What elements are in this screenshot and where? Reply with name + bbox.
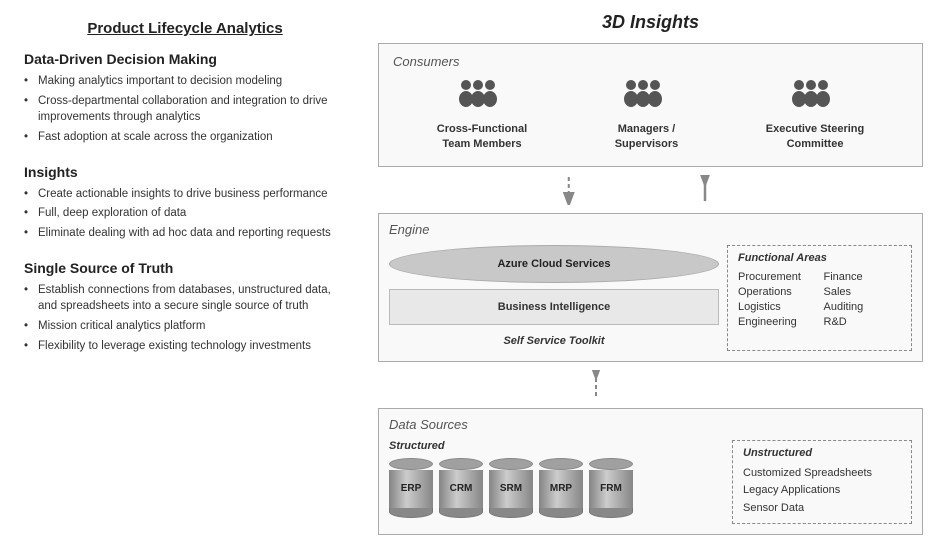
section1-heading: Data-Driven Decision Making bbox=[24, 51, 346, 67]
unstructured-section: Unstructured Customized Spreadsheets Leg… bbox=[732, 440, 912, 525]
left-panel: Product Lifecycle Analytics Data-Driven … bbox=[0, 0, 370, 543]
consumer-item-2: Executive SteeringCommittee bbox=[766, 77, 864, 152]
bi-rect: Business Intelligence bbox=[389, 289, 719, 325]
functional-areas: Functional Areas Procurement Finance Ope… bbox=[727, 245, 912, 351]
bullet-item: Fast adoption at scale across the organi… bbox=[24, 129, 346, 146]
section3-heading: Single Source of Truth bbox=[24, 260, 346, 276]
unstructured-items: Customized Spreadsheets Legacy Applicati… bbox=[743, 465, 901, 518]
cyl-top-frm bbox=[589, 458, 633, 470]
db-cylinders: ERP CRM SRM MRP bbox=[389, 458, 722, 518]
bullet-item: Mission critical analytics platform bbox=[24, 318, 346, 335]
engine-box: Engine Azure Cloud Services Business Int… bbox=[378, 213, 923, 362]
consumer-label-2: Executive SteeringCommittee bbox=[766, 122, 864, 152]
engine-left: Azure Cloud Services Business Intelligen… bbox=[389, 245, 719, 351]
consumers-label: Consumers bbox=[393, 54, 908, 69]
bullet-item: Cross-departmental collaboration and int… bbox=[24, 93, 346, 126]
cyl-top-mrp bbox=[539, 458, 583, 470]
cyl-top-erp bbox=[389, 458, 433, 470]
functional-item-4: Logistics bbox=[738, 300, 816, 314]
unstructured-item-1: Legacy Applications bbox=[743, 482, 901, 500]
consumer-label-1: Managers /Supervisors bbox=[615, 122, 679, 152]
functional-item-2: Operations bbox=[738, 285, 816, 299]
functional-item-0: Procurement bbox=[738, 270, 816, 284]
unstructured-heading: Unstructured bbox=[743, 447, 901, 459]
cyl-bottom-srm bbox=[489, 508, 533, 518]
bullet-item: Establish connections from databases, un… bbox=[24, 282, 346, 315]
arrows-svg-top bbox=[378, 175, 923, 205]
cylinder-erp: ERP bbox=[389, 458, 433, 518]
bullet-item: Making analytics important to decision m… bbox=[24, 73, 346, 90]
people-icon-2 bbox=[791, 77, 839, 116]
azure-oval: Azure Cloud Services bbox=[389, 245, 719, 283]
section3-bullets: Establish connections from databases, un… bbox=[24, 282, 346, 355]
cyl-body-crm: CRM bbox=[439, 470, 483, 508]
bullet-item: Full, deep exploration of data bbox=[24, 205, 346, 222]
cyl-bottom-mrp bbox=[539, 508, 583, 518]
cylinder-crm: CRM bbox=[439, 458, 483, 518]
consumer-item-1: Managers /Supervisors bbox=[615, 77, 679, 152]
functional-item-1: Finance bbox=[824, 270, 902, 284]
right-panel: 3D Insights Consumers Cross-Functional bbox=[370, 0, 939, 543]
section2-heading: Insights bbox=[24, 164, 346, 180]
cyl-body-erp: ERP bbox=[389, 470, 433, 508]
people-icon-1 bbox=[623, 77, 671, 116]
bullet-item: Create actionable insights to drive busi… bbox=[24, 186, 346, 203]
sst-label: Self Service Toolkit bbox=[389, 331, 719, 351]
engine-inner: Azure Cloud Services Business Intelligen… bbox=[389, 245, 912, 351]
consumer-label-0: Cross-FunctionalTeam Members bbox=[437, 122, 527, 152]
datasources-box: Data Sources Structured ERP CRM bbox=[378, 408, 923, 536]
functional-grid: Procurement Finance Operations Sales Log… bbox=[738, 270, 901, 329]
structured-section: Structured ERP CRM SRM bbox=[389, 440, 722, 525]
consumers-box: Consumers Cross-FunctionalTeam Members bbox=[378, 43, 923, 167]
consumer-item-0: Cross-FunctionalTeam Members bbox=[437, 77, 527, 152]
people-icon-0 bbox=[458, 77, 506, 116]
unstructured-item-0: Customized Spreadsheets bbox=[743, 465, 901, 483]
left-title: Product Lifecycle Analytics bbox=[24, 20, 346, 37]
datasources-inner: Structured ERP CRM SRM bbox=[389, 440, 912, 525]
engine-label: Engine bbox=[389, 222, 912, 237]
cyl-bottom-crm bbox=[439, 508, 483, 518]
inter-arrows-bottom bbox=[378, 370, 923, 400]
consumers-row: Cross-FunctionalTeam Members Managers /S… bbox=[393, 77, 908, 152]
inter-arrows-top bbox=[378, 175, 923, 205]
structured-heading: Structured bbox=[389, 440, 722, 452]
datasources-label: Data Sources bbox=[389, 417, 912, 432]
cyl-body-mrp: MRP bbox=[539, 470, 583, 508]
cyl-top-crm bbox=[439, 458, 483, 470]
functional-item-3: Sales bbox=[824, 285, 902, 299]
cylinder-srm: SRM bbox=[489, 458, 533, 518]
bullet-item: Eliminate dealing with ad hoc data and r… bbox=[24, 225, 346, 242]
cyl-top-srm bbox=[489, 458, 533, 470]
bullet-item: Flexibility to leverage existing technol… bbox=[24, 338, 346, 355]
section2-bullets: Create actionable insights to drive busi… bbox=[24, 186, 346, 242]
functional-item-6: Engineering bbox=[738, 315, 816, 329]
cyl-body-srm: SRM bbox=[489, 470, 533, 508]
cyl-bottom-erp bbox=[389, 508, 433, 518]
section1-bullets: Making analytics important to decision m… bbox=[24, 73, 346, 146]
functional-item-7: R&D bbox=[824, 315, 902, 329]
unstructured-item-2: Sensor Data bbox=[743, 500, 901, 518]
cyl-bottom-frm bbox=[589, 508, 633, 518]
cyl-body-frm: FRM bbox=[589, 470, 633, 508]
cylinder-mrp: MRP bbox=[539, 458, 583, 518]
cylinder-frm: FRM bbox=[589, 458, 633, 518]
main-title: 3D Insights bbox=[378, 12, 923, 33]
functional-title: Functional Areas bbox=[738, 252, 901, 264]
functional-item-5: Auditing bbox=[824, 300, 902, 314]
arrows-svg-bottom bbox=[378, 370, 923, 400]
